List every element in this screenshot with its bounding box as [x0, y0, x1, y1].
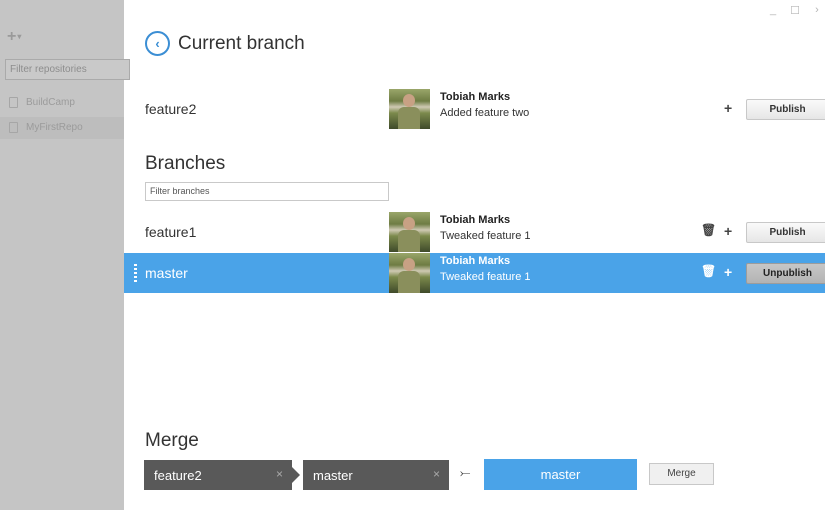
repo-name: BuildCamp: [26, 97, 75, 108]
add-repository-button[interactable]: +▾: [7, 28, 21, 46]
commit-message: Tweaked feature 1: [440, 230, 531, 242]
repo-name: MyFirstRepo: [26, 122, 83, 133]
merge-source-label: master: [313, 468, 353, 483]
window-controls: _ ☐ ›: [767, 4, 825, 17]
branches-heading: Branches: [145, 153, 226, 174]
avatar: [389, 212, 430, 252]
maximize-button[interactable]: ☐: [789, 4, 801, 17]
minimize-button[interactable]: _: [767, 4, 779, 17]
commit-author: Tobiah Marks: [440, 214, 511, 226]
avatar: [389, 253, 430, 293]
branch-row-feature1[interactable]: feature1 Tobiah Marks Tweaked feature 1 …: [124, 212, 825, 252]
repo-item-myfirstrepo[interactable]: MyFirstRepo: [0, 117, 124, 139]
plus-icon[interactable]: +: [724, 100, 732, 116]
plus-icon[interactable]: +: [724, 264, 732, 280]
repo-item-buildcamp[interactable]: BuildCamp: [0, 92, 124, 114]
commit-author: Tobiah Marks: [440, 255, 511, 267]
commit-author: Tobiah Marks: [440, 91, 511, 103]
branch-row-master[interactable]: master Tobiah Marks Tweaked feature 1 🗑 …: [124, 253, 825, 293]
trash-icon[interactable]: 🗑: [701, 264, 716, 278]
chevron-down-icon: ▾: [17, 32, 22, 42]
chevron-left-icon: ‹: [155, 36, 160, 51]
repo-icon: [9, 122, 18, 133]
publish-button[interactable]: Publish: [746, 99, 825, 120]
merge-source-label: feature2: [154, 468, 202, 483]
merge-source-chip[interactable]: master ×: [303, 460, 449, 490]
merge-button[interactable]: Merge: [649, 463, 714, 485]
merge-target-dropzone[interactable]: master: [484, 459, 637, 490]
merge-heading: Merge: [145, 430, 199, 451]
avatar: [389, 89, 430, 129]
back-button[interactable]: ‹: [145, 31, 170, 56]
plus-icon[interactable]: +: [724, 223, 732, 239]
branch-name: feature2: [145, 101, 197, 117]
plus-icon: +: [7, 28, 17, 45]
close-icon[interactable]: ×: [276, 467, 283, 481]
publish-button[interactable]: Publish: [746, 222, 825, 243]
repository-sidebar: +▾ Filter repositories BuildCamp MyFirst…: [0, 0, 130, 510]
close-button[interactable]: ›: [811, 4, 823, 17]
lock-icon: [9, 97, 18, 108]
close-icon[interactable]: ×: [433, 467, 440, 481]
current-branch-row: feature2 Tobiah Marks Added feature two …: [124, 89, 825, 129]
trash-icon[interactable]: 🗑: [701, 223, 716, 237]
page-title: Current branch: [178, 33, 305, 54]
commit-message: Tweaked feature 1: [440, 271, 531, 283]
unpublish-button[interactable]: Unpublish: [746, 263, 825, 284]
drag-handle-icon[interactable]: [134, 264, 137, 282]
merge-arrow-icon: ⤚: [460, 465, 471, 480]
merge-source-chip[interactable]: feature2 ×: [144, 460, 300, 490]
branch-name: master: [145, 265, 188, 281]
filter-branches-input[interactable]: Filter branches: [145, 182, 389, 201]
filter-repositories-input[interactable]: Filter repositories: [5, 59, 130, 80]
commit-message: Added feature two: [440, 107, 530, 119]
branch-name: feature1: [145, 224, 197, 240]
